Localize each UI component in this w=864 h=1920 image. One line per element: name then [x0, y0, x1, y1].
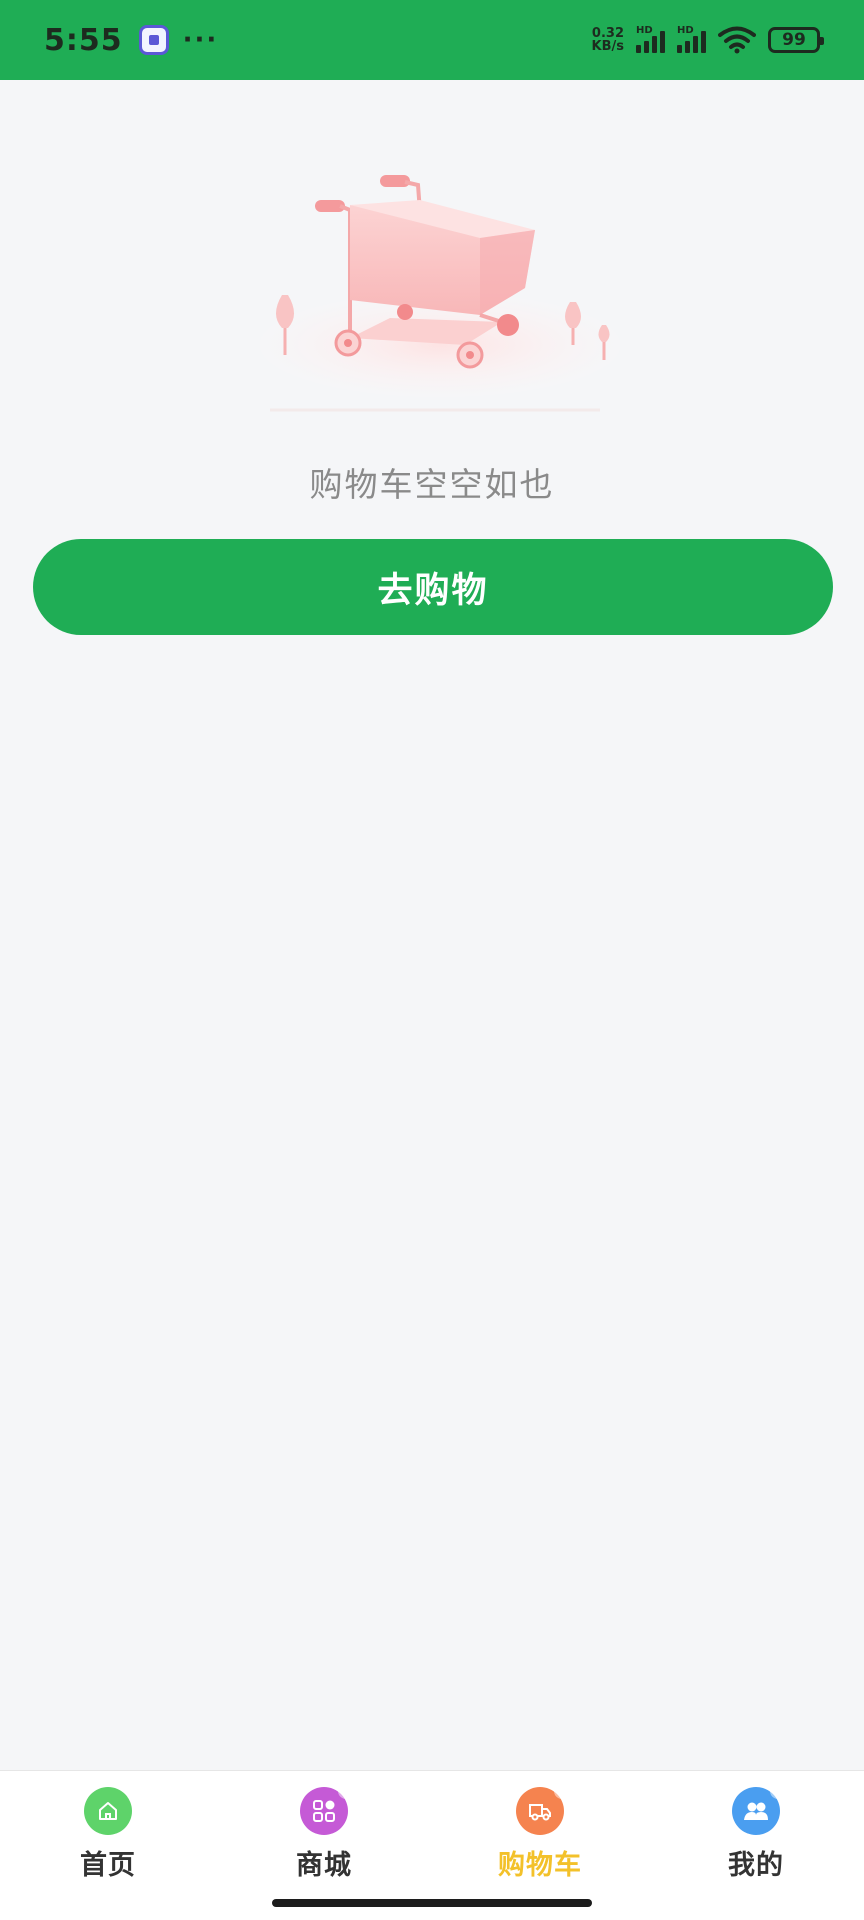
tab-home-label: 首页 [80, 1850, 136, 1881]
tab-mine-label: 我的 [728, 1850, 784, 1881]
empty-cart-illustration [250, 175, 630, 412]
signal-hd-label-2: HD [677, 25, 694, 36]
truck-icon [516, 1783, 570, 1835]
tab-cart-label: 购物车 [498, 1850, 582, 1881]
wifi-icon [718, 26, 756, 54]
bottom-tab-bar: 首页 商城 购物车 我的 [0, 1770, 864, 1920]
tab-mine[interactable]: 我的 [648, 1771, 864, 1920]
notification-app-icon [138, 25, 169, 55]
tab-mall[interactable]: 商城 [216, 1771, 432, 1920]
cellular-signal-icon-2: HD [677, 25, 706, 53]
tab-cart[interactable]: 购物车 [432, 1771, 648, 1920]
users-icon [732, 1783, 786, 1835]
signal-hd-label: HD [636, 25, 653, 36]
home-indicator[interactable] [272, 1899, 592, 1907]
home-icon [84, 1787, 132, 1835]
cellular-signal-icon: HD [636, 25, 665, 53]
more-notifications-icon: ··· [182, 25, 219, 55]
battery-icon: 99 [768, 27, 824, 53]
network-speed: 0.32 KB/s [592, 27, 624, 53]
tab-home[interactable]: 首页 [0, 1771, 216, 1920]
grid-icon [300, 1783, 354, 1835]
empty-cart-message: 购物车空空如也 [309, 465, 555, 504]
tab-mall-label: 商城 [296, 1850, 352, 1881]
status-time: 5:55 [44, 22, 123, 58]
battery-level: 99 [782, 30, 806, 50]
network-speed-unit: KB/s [591, 39, 624, 54]
status-bar: 5:55 ··· 0.32 KB/s HD HD 99 [0, 0, 864, 80]
go-shopping-button[interactable]: 去购物 [33, 539, 833, 635]
